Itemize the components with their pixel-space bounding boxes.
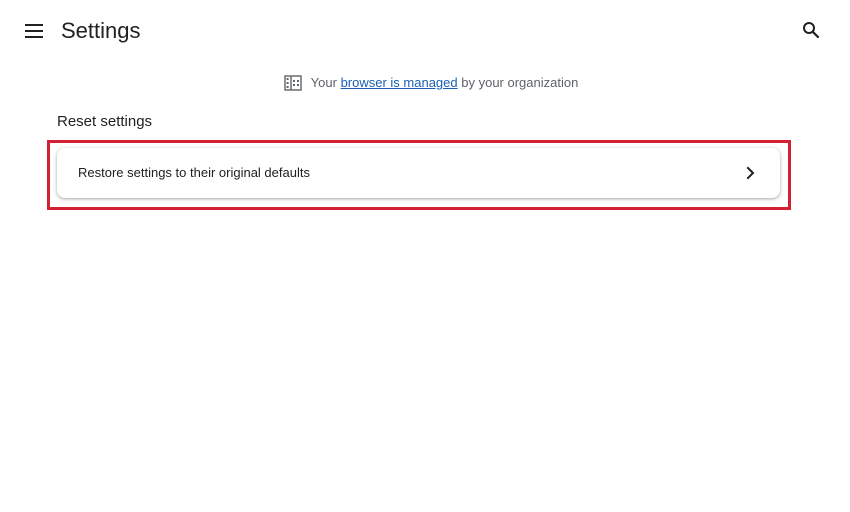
restore-defaults-row[interactable]: Restore settings to their original defau… xyxy=(57,148,780,198)
managed-notice-suffix: by your organization xyxy=(461,75,579,90)
chevron-right-icon xyxy=(745,166,757,180)
browser-managed-link[interactable]: browser is managed xyxy=(341,73,458,93)
hamburger-menu-icon[interactable] xyxy=(25,24,43,38)
building-icon xyxy=(283,75,302,91)
managed-notice-prefix: Your xyxy=(310,75,337,90)
search-icon[interactable] xyxy=(801,20,821,40)
reset-settings-card: Restore settings to their original defau… xyxy=(57,148,780,198)
reset-settings-heading: Reset settings xyxy=(57,113,153,130)
page-title: Settings xyxy=(61,18,141,43)
settings-header: Settings xyxy=(0,0,850,62)
managed-notice: Your browser is managed by your organiza… xyxy=(0,73,850,93)
restore-defaults-label: Restore settings to their original defau… xyxy=(78,165,310,180)
